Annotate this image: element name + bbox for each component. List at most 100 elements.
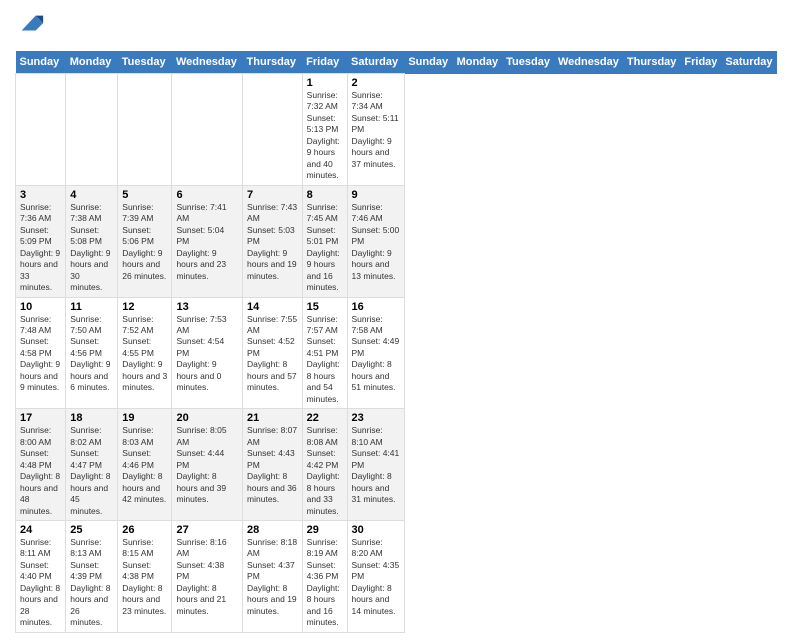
week-row-2: 3Sunrise: 7:36 AM Sunset: 5:09 PM Daylig… [16,185,777,297]
week-row-3: 10Sunrise: 7:48 AM Sunset: 4:58 PM Dayli… [16,297,777,409]
day-number: 13 [176,301,238,313]
col-header-wednesday: Wednesday [554,51,623,74]
day-cell: 16Sunrise: 7:58 AM Sunset: 4:49 PM Dayli… [347,297,404,409]
day-info: Sunrise: 7:55 AM Sunset: 4:52 PM Dayligh… [247,314,298,394]
day-number: 18 [70,412,113,424]
day-cell: 23Sunrise: 8:10 AM Sunset: 4:41 PM Dayli… [347,409,404,521]
day-cell: 13Sunrise: 7:53 AM Sunset: 4:54 PM Dayli… [172,297,243,409]
day-info: Sunrise: 8:07 AM Sunset: 4:43 PM Dayligh… [247,425,298,505]
day-number: 21 [247,412,298,424]
col-header-thursday: Thursday [623,51,681,74]
page-container: SundayMondayTuesdayWednesdayThursdayFrid… [0,0,792,643]
day-number: 29 [307,524,343,536]
day-number: 25 [70,524,113,536]
day-cell: 3Sunrise: 7:36 AM Sunset: 5:09 PM Daylig… [16,185,66,297]
day-info: Sunrise: 8:08 AM Sunset: 4:42 PM Dayligh… [307,425,343,517]
col-header-saturday: Saturday [721,51,776,74]
day-cell: 21Sunrise: 8:07 AM Sunset: 4:43 PM Dayli… [243,409,303,521]
day-cell: 25Sunrise: 8:13 AM Sunset: 4:39 PM Dayli… [66,521,118,633]
day-number: 17 [20,412,61,424]
day-cell [118,74,172,186]
day-info: Sunrise: 8:11 AM Sunset: 4:40 PM Dayligh… [20,537,61,629]
day-cell: 11Sunrise: 7:50 AM Sunset: 4:56 PM Dayli… [66,297,118,409]
day-cell: 9Sunrise: 7:46 AM Sunset: 5:00 PM Daylig… [347,185,404,297]
day-number: 28 [247,524,298,536]
day-number: 16 [352,301,400,313]
day-number: 8 [307,189,343,201]
day-number: 7 [247,189,298,201]
col-header-wednesday: Wednesday [172,51,243,74]
col-header-thursday: Thursday [243,51,303,74]
day-info: Sunrise: 8:00 AM Sunset: 4:48 PM Dayligh… [20,425,61,517]
day-info: Sunrise: 7:34 AM Sunset: 5:11 PM Dayligh… [352,90,400,170]
day-info: Sunrise: 8:20 AM Sunset: 4:35 PM Dayligh… [352,537,400,617]
day-info: Sunrise: 8:05 AM Sunset: 4:44 PM Dayligh… [176,425,238,505]
day-number: 9 [352,189,400,201]
day-cell: 24Sunrise: 8:11 AM Sunset: 4:40 PM Dayli… [16,521,66,633]
col-header-monday: Monday [453,51,503,74]
day-number: 12 [122,301,167,313]
day-cell [66,74,118,186]
day-info: Sunrise: 8:02 AM Sunset: 4:47 PM Dayligh… [70,425,113,517]
day-cell: 8Sunrise: 7:45 AM Sunset: 5:01 PM Daylig… [302,185,347,297]
day-cell: 19Sunrise: 8:03 AM Sunset: 4:46 PM Dayli… [118,409,172,521]
day-cell: 27Sunrise: 8:16 AM Sunset: 4:38 PM Dayli… [172,521,243,633]
day-info: Sunrise: 7:36 AM Sunset: 5:09 PM Dayligh… [20,202,61,294]
day-info: Sunrise: 7:39 AM Sunset: 5:06 PM Dayligh… [122,202,167,282]
day-cell: 2Sunrise: 7:34 AM Sunset: 5:11 PM Daylig… [347,74,404,186]
day-cell [243,74,303,186]
calendar-table: SundayMondayTuesdayWednesdayThursdayFrid… [15,51,777,633]
day-number: 24 [20,524,61,536]
col-header-sunday: Sunday [16,51,66,74]
col-header-friday: Friday [302,51,347,74]
day-number: 19 [122,412,167,424]
day-info: Sunrise: 7:46 AM Sunset: 5:00 PM Dayligh… [352,202,400,282]
day-info: Sunrise: 8:16 AM Sunset: 4:38 PM Dayligh… [176,537,238,617]
day-cell: 12Sunrise: 7:52 AM Sunset: 4:55 PM Dayli… [118,297,172,409]
day-info: Sunrise: 7:50 AM Sunset: 4:56 PM Dayligh… [70,314,113,394]
day-info: Sunrise: 7:38 AM Sunset: 5:08 PM Dayligh… [70,202,113,294]
day-cell: 5Sunrise: 7:39 AM Sunset: 5:06 PM Daylig… [118,185,172,297]
day-number: 2 [352,77,400,89]
header [15,10,777,43]
day-cell: 10Sunrise: 7:48 AM Sunset: 4:58 PM Dayli… [16,297,66,409]
day-cell: 14Sunrise: 7:55 AM Sunset: 4:52 PM Dayli… [243,297,303,409]
day-cell: 22Sunrise: 8:08 AM Sunset: 4:42 PM Dayli… [302,409,347,521]
col-header-saturday: Saturday [347,51,404,74]
day-cell: 18Sunrise: 8:02 AM Sunset: 4:47 PM Dayli… [66,409,118,521]
day-number: 3 [20,189,61,201]
day-number: 6 [176,189,238,201]
day-cell: 4Sunrise: 7:38 AM Sunset: 5:08 PM Daylig… [66,185,118,297]
logo-icon [17,10,45,38]
day-cell: 26Sunrise: 8:15 AM Sunset: 4:38 PM Dayli… [118,521,172,633]
day-cell: 1Sunrise: 7:32 AM Sunset: 5:13 PM Daylig… [302,74,347,186]
day-info: Sunrise: 8:15 AM Sunset: 4:38 PM Dayligh… [122,537,167,617]
day-number: 11 [70,301,113,313]
day-number: 23 [352,412,400,424]
day-info: Sunrise: 7:48 AM Sunset: 4:58 PM Dayligh… [20,314,61,394]
day-cell: 29Sunrise: 8:19 AM Sunset: 4:36 PM Dayli… [302,521,347,633]
week-row-4: 17Sunrise: 8:00 AM Sunset: 4:48 PM Dayli… [16,409,777,521]
day-number: 22 [307,412,343,424]
day-cell: 28Sunrise: 8:18 AM Sunset: 4:37 PM Dayli… [243,521,303,633]
day-number: 27 [176,524,238,536]
day-info: Sunrise: 7:32 AM Sunset: 5:13 PM Dayligh… [307,90,343,182]
day-number: 15 [307,301,343,313]
col-header-sunday: Sunday [404,51,452,74]
logo [15,10,45,43]
col-header-tuesday: Tuesday [502,51,554,74]
day-info: Sunrise: 7:43 AM Sunset: 5:03 PM Dayligh… [247,202,298,282]
day-cell [16,74,66,186]
day-info: Sunrise: 7:53 AM Sunset: 4:54 PM Dayligh… [176,314,238,394]
day-number: 4 [70,189,113,201]
day-cell [172,74,243,186]
day-number: 1 [307,77,343,89]
day-info: Sunrise: 8:19 AM Sunset: 4:36 PM Dayligh… [307,537,343,629]
day-info: Sunrise: 7:57 AM Sunset: 4:51 PM Dayligh… [307,314,343,406]
day-number: 26 [122,524,167,536]
calendar-header-row: SundayMondayTuesdayWednesdayThursdayFrid… [16,51,777,74]
day-info: Sunrise: 7:41 AM Sunset: 5:04 PM Dayligh… [176,202,238,282]
col-header-friday: Friday [680,51,721,74]
day-info: Sunrise: 8:03 AM Sunset: 4:46 PM Dayligh… [122,425,167,505]
day-cell: 30Sunrise: 8:20 AM Sunset: 4:35 PM Dayli… [347,521,404,633]
